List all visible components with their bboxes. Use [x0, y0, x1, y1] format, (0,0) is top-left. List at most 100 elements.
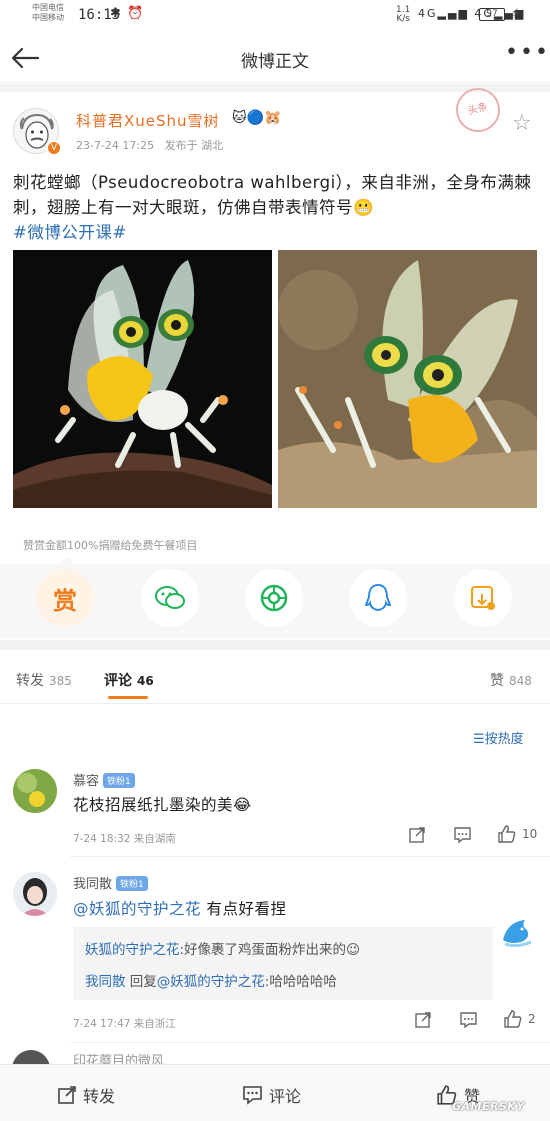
comment-reply-button[interactable] [459, 1011, 478, 1029]
comment-like-count: 10 [522, 827, 538, 841]
mention-link[interactable]: @妖狐的守护之花 [73, 900, 201, 918]
post-body: 刺花螳螂（Pseudocreobotra wahlbergi），来自非洲，全身布… [13, 173, 532, 217]
comment-author[interactable]: 我同散 铁粉1 [73, 873, 148, 892]
thumbs-up-icon [498, 825, 516, 843]
comment-icon [460, 1012, 477, 1029]
sort-icon: ☰ [473, 732, 485, 747]
comment-avatar[interactable] [13, 769, 57, 813]
status-bar: 中国电信 中国移动 16:13 ✱ ⏰ 1.1 K/s 4G▂▄▆ 4G▂▄▆ … [0, 0, 550, 32]
fan-badge: 铁粉1 [116, 876, 148, 891]
reply-target[interactable]: @妖狐的守护之花 [157, 974, 265, 990]
reply-line: 我同散 回复@妖狐的守护之花:哈哈哈哈哈 [85, 970, 337, 990]
interaction-tabs: 转发 385 评论 46 赞 848 [0, 651, 550, 704]
share-qq-button[interactable] [349, 569, 407, 627]
comment-label: 评论 [269, 1087, 302, 1106]
signal-1-icon: 4G [418, 7, 438, 20]
more-options-icon[interactable]: ••• [505, 42, 550, 64]
comment-like-button[interactable]: 10 [497, 824, 537, 844]
donation-text: 赞赏金额100%捐赠给免费午餐项目 [23, 539, 198, 552]
comment-divider [70, 1042, 550, 1043]
reply-mid: 回复 [125, 974, 157, 990]
battery-icon: 97 [479, 8, 505, 21]
net-speed-unit: K/s [396, 14, 410, 24]
active-tab-indicator [108, 696, 148, 699]
comment-text: 花枝招展纸扎墨染的美😂 [73, 796, 252, 814]
signal-icons: 4G▂▄▆ 4G▂▄▆ [418, 7, 526, 20]
post-meta: 23-7-24 17:25 发布于 湖北 [76, 137, 223, 153]
save-image-button[interactable] [454, 569, 512, 627]
system-icons: ✱ ⏰ [110, 6, 145, 21]
share-wechat-button[interactable] [141, 569, 199, 627]
tab-like-count: 848 [509, 674, 532, 688]
girl-avatar-icon [13, 872, 57, 916]
wechat-icon [155, 586, 185, 609]
share-moments-button[interactable] [245, 569, 303, 627]
share-bar: 赏 [0, 564, 550, 638]
qq-icon [365, 583, 391, 612]
reply-box[interactable]: 妖狐的守护之花:好像裹了鸡蛋面粉炸出来的😉 我同散 回复@妖狐的守护之花:哈哈哈… [73, 927, 493, 1000]
comment-avatar[interactable] [13, 872, 57, 916]
mantis-photo-2 [278, 250, 537, 508]
topic-link[interactable]: #微博公开课# [13, 223, 127, 242]
reply-text: :哈哈哈哈哈 [264, 974, 337, 990]
favorite-star-icon[interactable]: ☆ [512, 111, 532, 136]
comment-author[interactable]: 慕容 铁粉1 [73, 770, 135, 789]
next-comment-author: 印花蘑目的微风 [73, 1054, 165, 1064]
post-time: 23-7-24 17:25 [76, 139, 155, 152]
comment-divider [70, 856, 550, 857]
reply-text: :好像裹了鸡蛋面粉炸出来的😉 [179, 942, 361, 958]
section-divider [0, 640, 550, 650]
comment-repost-button[interactable] [408, 826, 426, 844]
comment-text: @妖狐的守护之花 有点好看捏 [73, 897, 286, 919]
tab-like-label: 赞 [490, 673, 504, 689]
dolphin-sticker-icon [497, 912, 537, 952]
thumbs-up-icon [504, 1010, 522, 1028]
comment-meta: 7-24 17:47 来自浙江 [73, 1018, 176, 1030]
repost-icon [58, 1086, 76, 1104]
reward-button[interactable]: 赏 [36, 569, 94, 627]
reply-author[interactable]: 妖狐的守护之花 [85, 942, 180, 958]
nav-bar: 微博正文 ••• [0, 33, 550, 83]
tab-repost-count: 385 [49, 674, 72, 688]
comment-text-body: 有点好看捏 [201, 900, 287, 918]
repost-button[interactable]: 转发 [57, 1083, 115, 1107]
tab-comment-count: 46 [137, 674, 154, 688]
carrier-2: 中国移动 [32, 13, 64, 22]
flower-avatar-icon [13, 769, 57, 813]
post-image-1[interactable] [13, 250, 272, 508]
tab-repost[interactable]: 转发 385 [16, 670, 72, 690]
comment-reply-button[interactable] [453, 826, 472, 844]
save-image-icon [471, 586, 495, 610]
post-image-2[interactable] [278, 250, 537, 508]
author-name[interactable]: 科普君XueShu雪树 [76, 110, 220, 131]
comment-button[interactable]: 评论 [242, 1083, 301, 1107]
mantis-photo-1 [13, 250, 272, 508]
sort-label: 按热度 [484, 732, 524, 747]
carrier-info: 中国电信 中国移动 [32, 3, 64, 23]
sort-by-hot-button[interactable]: ☰按热度 [473, 728, 524, 747]
tab-repost-label: 转发 [16, 673, 44, 689]
comment-like-button[interactable]: 2 [503, 1009, 536, 1029]
pointer-arrow [60, 557, 74, 564]
reply-author[interactable]: 我同散 [85, 974, 126, 990]
tab-comment-label: 评论 [104, 673, 132, 689]
tab-like[interactable]: 赞 848 [490, 670, 532, 690]
next-comment-partial: 印花蘑目的微风 [12, 1050, 550, 1064]
comment-author-name: 我同散 [73, 877, 113, 892]
repost-icon [409, 827, 425, 843]
author-badges[interactable]: 🐱🔵🐹 [232, 110, 281, 126]
comment-meta: 7-24 18:32 来自湖南 [73, 833, 176, 845]
net-speed: 1.1 K/s [396, 6, 410, 24]
comment-icon [243, 1086, 262, 1105]
watermark: GAMERSKY [452, 1100, 525, 1113]
post-location: 发布于 湖北 [164, 139, 224, 152]
weibo-post-page: 中国电信 中国移动 16:13 ✱ ⏰ 1.1 K/s 4G▂▄▆ 4G▂▄▆ … [0, 0, 550, 1121]
comment-repost-button[interactable] [414, 1011, 432, 1029]
verified-icon: V [46, 140, 62, 156]
tab-comment[interactable]: 评论 46 [104, 670, 154, 690]
carrier-1: 中国电信 [32, 3, 64, 12]
reward-label: 赏 [53, 586, 77, 615]
repost-icon [415, 1012, 431, 1028]
comment-avatar [12, 1050, 50, 1064]
repost-label: 转发 [83, 1087, 116, 1106]
